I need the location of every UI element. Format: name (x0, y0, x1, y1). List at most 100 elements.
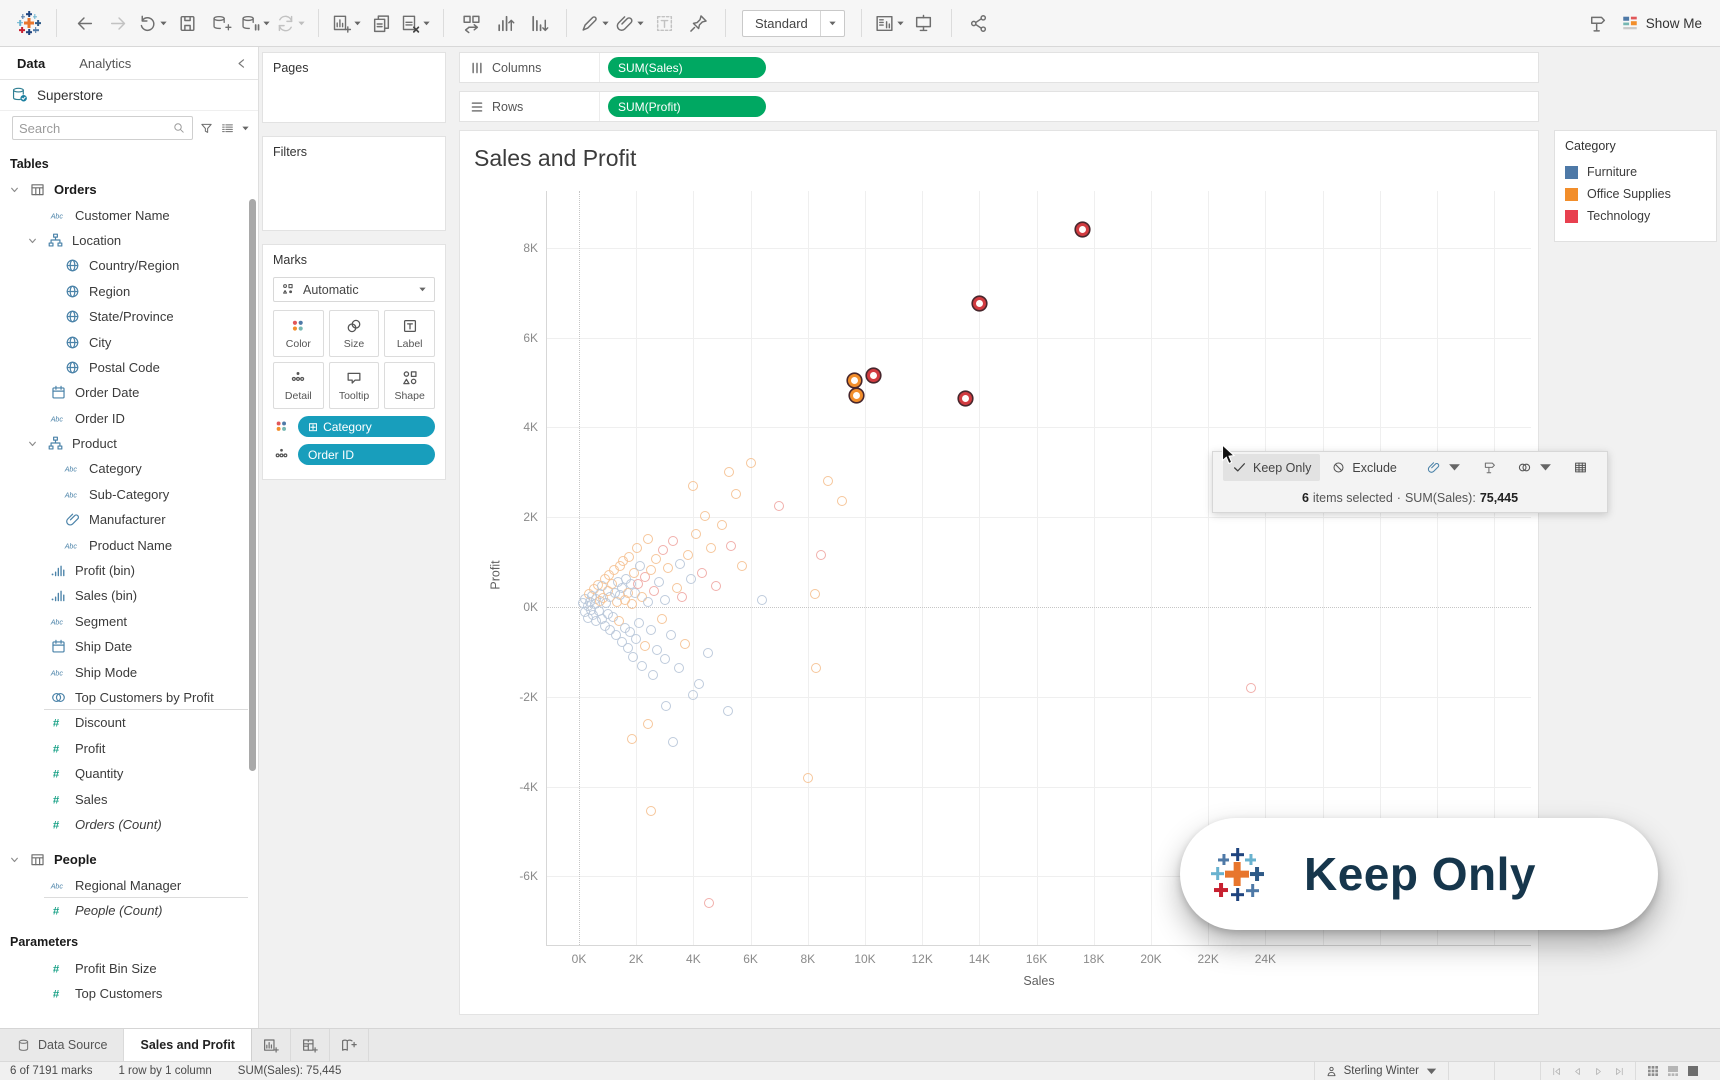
field-row[interactable]: Sales (bin) (0, 583, 258, 608)
scatter-mark[interactable] (640, 641, 650, 651)
redo-arrow-button[interactable] (103, 8, 133, 38)
scatter-mark[interactable] (624, 552, 634, 562)
data-pane-tab-analytics[interactable]: Analytics (62, 47, 148, 79)
scatter-mark[interactable] (810, 589, 820, 599)
field-row[interactable]: AbcCategory (0, 456, 258, 481)
chevron-down-icon[interactable] (26, 437, 39, 450)
field-row[interactable]: #Orders (Count) (0, 812, 258, 837)
scatter-mark[interactable] (658, 545, 668, 555)
data-pane-scrollbar[interactable] (249, 199, 256, 771)
field-row[interactable]: #Top Customers (0, 981, 258, 1006)
scatter-mark[interactable] (660, 595, 670, 605)
field-row[interactable]: Manufacturer (0, 507, 258, 532)
scatter-mark-selected[interactable] (850, 389, 863, 402)
scatter-mark-selected[interactable] (848, 374, 861, 387)
duplicate-sheet-button[interactable] (366, 8, 396, 38)
save-button[interactable] (172, 8, 202, 38)
fix-axes-button[interactable] (683, 8, 713, 38)
scatter-mark[interactable] (646, 625, 656, 635)
sheet-tab-sales-and-profit[interactable]: Sales and Profit (124, 1029, 251, 1061)
scatter-mark[interactable] (649, 586, 659, 596)
scatter-mark[interactable] (675, 559, 685, 569)
field-row[interactable]: #Quantity (0, 761, 258, 786)
field-row[interactable]: State/Province (0, 304, 258, 329)
field-row[interactable]: Location (0, 228, 258, 253)
scatter-mark[interactable] (803, 773, 813, 783)
scatter-mark[interactable] (700, 511, 710, 521)
scatter-mark-selected[interactable] (1076, 223, 1089, 236)
chevron-down-icon[interactable] (8, 183, 21, 196)
scatter-mark[interactable] (757, 595, 767, 605)
presentation-mode-button[interactable] (909, 8, 939, 38)
scatter-mark[interactable] (816, 550, 826, 560)
pause-updates-button[interactable] (240, 8, 271, 38)
pill-order-id[interactable]: Order ID (298, 444, 435, 465)
field-row[interactable]: #Discount (0, 710, 258, 735)
scatter-mark[interactable] (686, 574, 696, 584)
field-row[interactable]: AbcSegment (0, 609, 258, 634)
tooltip-flag-menu-item[interactable] (1473, 454, 1506, 481)
tableau-logo-button[interactable] (14, 8, 44, 38)
scatter-mark[interactable] (737, 561, 747, 571)
sort-descending-button[interactable] (524, 8, 554, 38)
color-shelf-button[interactable]: Color (273, 310, 324, 357)
legend-item[interactable]: Furniture (1565, 161, 1706, 183)
grid-film-button[interactable] (1666, 1064, 1680, 1078)
scatter-mark[interactable] (1246, 683, 1256, 693)
fit-mode-select[interactable]: Standard (742, 10, 845, 37)
field-row[interactable]: Order Date (0, 380, 258, 405)
scatter-mark[interactable] (774, 501, 784, 511)
mark-type-dropdown[interactable]: Automatic (273, 277, 435, 302)
pill-sumprofit[interactable]: SUM(Profit) (608, 96, 766, 117)
scatter-mark[interactable] (746, 458, 756, 468)
scatter-mark[interactable] (811, 663, 821, 673)
auto-update-button[interactable] (275, 8, 306, 38)
scatter-mark[interactable] (660, 654, 670, 664)
field-row[interactable]: AbcProduct Name (0, 532, 258, 557)
scatter-mark-selected[interactable] (959, 392, 972, 405)
new-dashboard-tab-button[interactable] (291, 1029, 330, 1061)
scatter-mark[interactable] (643, 597, 653, 607)
scatter-mark[interactable] (691, 529, 701, 539)
scatter-mark[interactable] (668, 536, 678, 546)
field-row[interactable]: AbcShip Mode (0, 659, 258, 684)
collapse-pane-button[interactable] (225, 57, 258, 70)
scatter-mark[interactable] (635, 561, 645, 571)
field-row[interactable]: People (0, 847, 258, 872)
field-row[interactable]: Postal Code (0, 355, 258, 380)
scatter-mark[interactable] (668, 737, 678, 747)
scatter-mark[interactable] (646, 806, 656, 816)
columns-shelf[interactable]: Columns SUM(Sales) (459, 52, 1539, 83)
swap-axes-button[interactable] (456, 8, 486, 38)
legend-item[interactable]: Office Supplies (1565, 183, 1706, 205)
field-row[interactable]: City (0, 329, 258, 354)
legend-item[interactable]: Technology (1565, 205, 1706, 227)
format-links-button[interactable] (614, 8, 645, 38)
full-square-button[interactable] (1686, 1064, 1700, 1078)
scatter-mark[interactable] (652, 645, 662, 655)
chevron-down-icon[interactable] (26, 234, 39, 247)
scatter-mark[interactable] (723, 706, 733, 716)
rows-shelf[interactable]: Rows SUM(Profit) (459, 91, 1539, 122)
new-worksheet-tab-button[interactable] (252, 1029, 291, 1061)
scatter-mark[interactable] (657, 614, 667, 624)
scatter-mark[interactable] (637, 661, 647, 671)
detail-shelf-button[interactable]: Detail (273, 362, 324, 409)
field-row[interactable]: #Sales (0, 786, 258, 811)
filter-fields-button[interactable] (199, 121, 214, 136)
field-row[interactable]: Ship Date (0, 634, 258, 659)
clear-sheet-button[interactable] (400, 8, 431, 38)
nav-first-button[interactable] (1551, 1066, 1562, 1077)
nav-last-button[interactable] (1614, 1066, 1625, 1077)
field-row[interactable]: AbcOrder ID (0, 406, 258, 431)
scatter-mark[interactable] (731, 489, 741, 499)
paperclip-menu-item[interactable] (1417, 454, 1471, 481)
scatter-mark[interactable] (651, 554, 661, 564)
replay-button[interactable] (137, 8, 168, 38)
highlight-pen-button[interactable] (579, 8, 610, 38)
tooltip-flag-button[interactable] (1583, 8, 1613, 38)
scatter-mark[interactable] (646, 565, 656, 575)
field-row[interactable]: Product (0, 431, 258, 456)
field-row[interactable]: #Profit (0, 736, 258, 761)
scatter-mark[interactable] (680, 639, 690, 649)
